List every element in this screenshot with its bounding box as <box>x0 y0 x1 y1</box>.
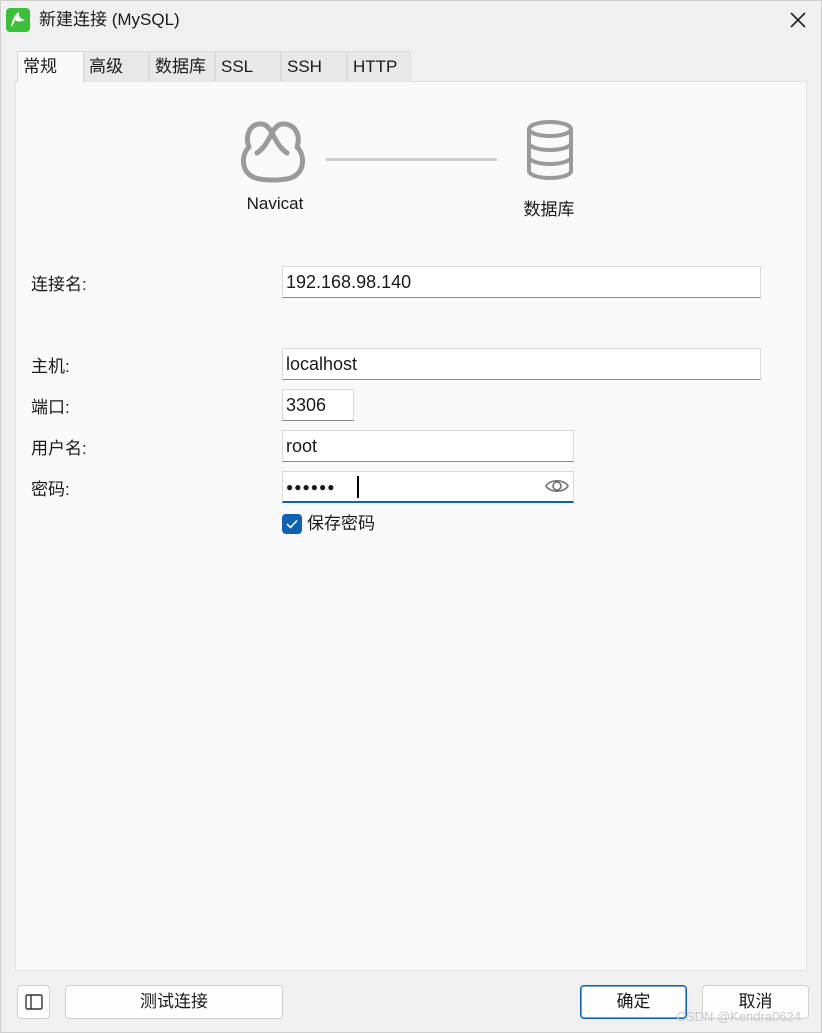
toggle-sidebar-button[interactable] <box>17 985 50 1019</box>
sidebar-panel-icon <box>24 994 43 1010</box>
test-connection-button[interactable]: 测试连接 <box>65 985 283 1019</box>
password-input[interactable]: ●●●●●● <box>282 471 574 503</box>
navicat-logo-icon <box>241 121 305 183</box>
tab-ssl[interactable]: SSL <box>215 51 281 81</box>
tab-advanced[interactable]: 高级 <box>83 51 149 81</box>
tab-general[interactable]: 常规 <box>17 51 84 83</box>
host-input[interactable]: localhost <box>282 348 761 380</box>
password-mask: ●●●●●● <box>286 480 336 494</box>
tab-database[interactable]: 数据库 <box>149 51 215 81</box>
close-button[interactable] <box>783 5 813 35</box>
connection-name-input[interactable]: 192.168.98.140 <box>282 266 761 298</box>
database-label: 数据库 <box>523 200 575 219</box>
port-label: 端口: <box>31 398 70 417</box>
username-label: 用户名: <box>31 439 87 458</box>
text-caret <box>357 476 359 498</box>
navicat-label: Navicat <box>246 194 304 213</box>
new-connection-dialog: 新建连接 (MySQL) 常规 高级 数据库 SSL SSH HTTP Navi… <box>0 0 822 1033</box>
username-input[interactable]: root <box>282 430 574 462</box>
tab-http[interactable]: HTTP <box>347 51 411 81</box>
window-title: 新建连接 (MySQL) <box>39 10 180 29</box>
save-password-checkbox[interactable] <box>282 514 302 534</box>
ok-button[interactable]: 确定 <box>580 985 687 1019</box>
connection-name-label: 连接名: <box>31 275 87 294</box>
host-label: 主机: <box>31 357 70 376</box>
show-password-eye-icon[interactable] <box>544 475 570 506</box>
password-label: 密码: <box>31 480 70 499</box>
port-input[interactable]: 3306 <box>282 389 354 421</box>
connection-line <box>326 158 497 161</box>
navicat-app-icon <box>6 8 30 32</box>
database-icon <box>527 120 573 181</box>
checkmark-icon <box>286 519 298 529</box>
watermark: CSDN @Kendra0624 <box>676 1009 801 1024</box>
general-panel <box>15 81 807 971</box>
tab-ssh[interactable]: SSH <box>281 51 347 81</box>
save-password-label[interactable]: 保存密码 <box>307 513 375 535</box>
title-bar: 新建连接 (MySQL) <box>1 1 821 39</box>
close-icon <box>790 12 806 28</box>
